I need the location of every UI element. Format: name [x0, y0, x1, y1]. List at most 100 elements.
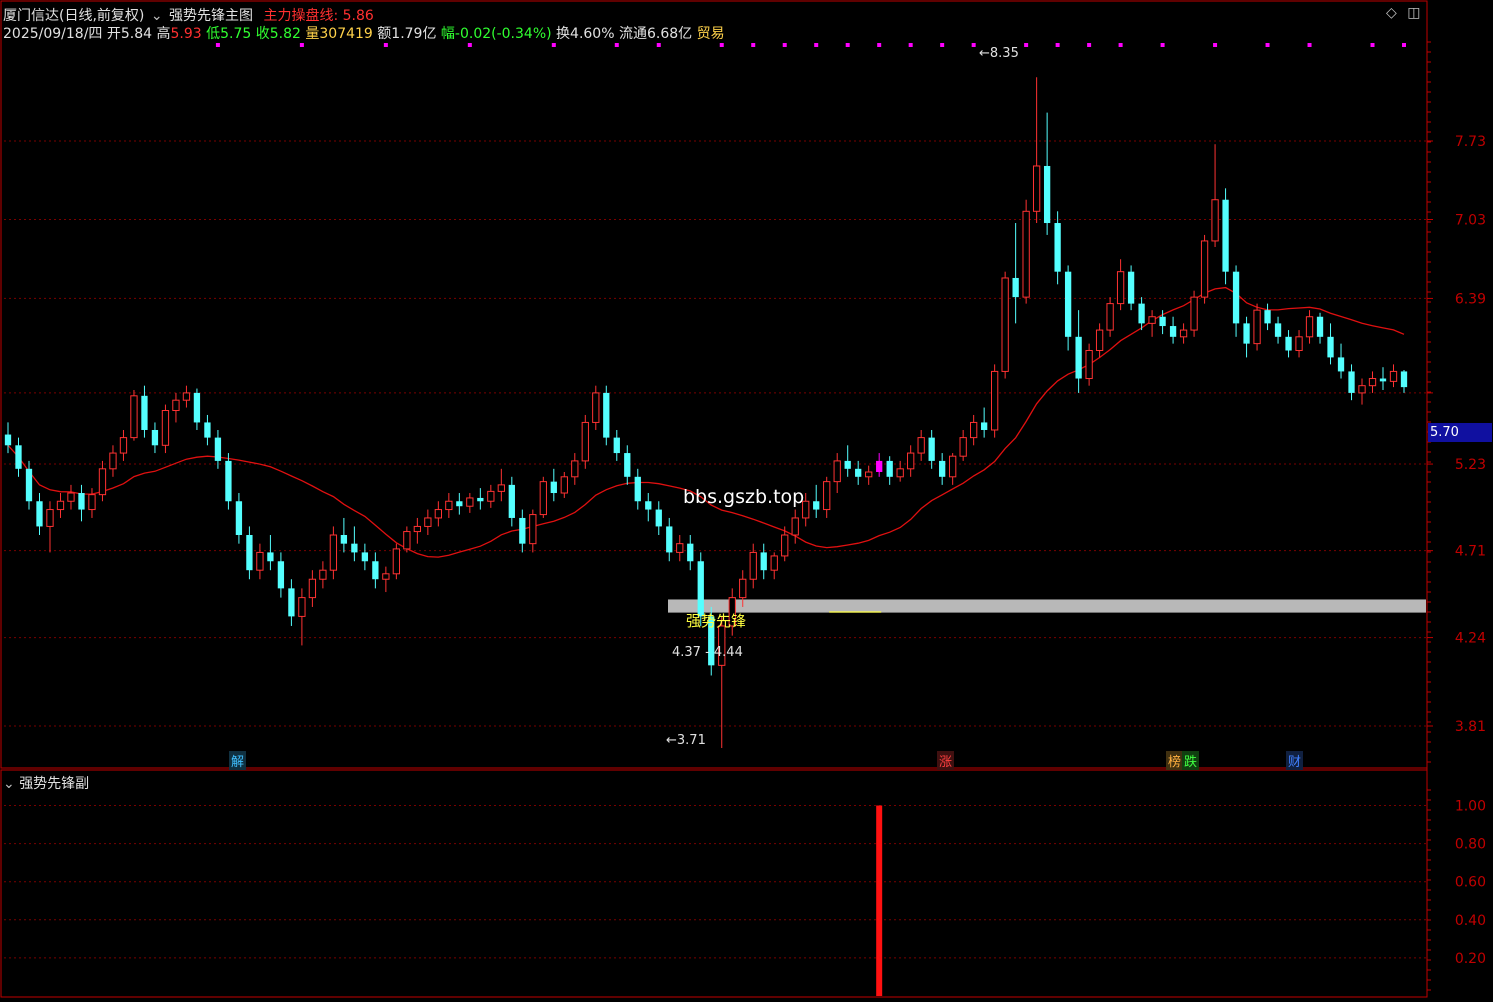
marker-dot [1024, 43, 1029, 47]
candle-body [581, 421, 589, 462]
candle-body [1253, 309, 1261, 345]
candle-body [939, 460, 946, 477]
candle-body [78, 493, 85, 510]
stock-name[interactable]: 厦门信达(日线,前复权) [3, 8, 144, 24]
candle-body [949, 455, 957, 478]
event-tag-bang[interactable]: 榜 [1166, 751, 1184, 770]
indicator-label: 主力操盘线: [263, 8, 339, 24]
candle-body [990, 370, 999, 431]
candle-body [235, 501, 243, 536]
candle-body [351, 543, 358, 553]
candle-body [1043, 165, 1051, 224]
low-label: 低 [206, 26, 221, 42]
signal-bar [876, 805, 883, 996]
sub-y-tick-label: 0.20 [1455, 951, 1486, 967]
high-price-value: 8.35 [989, 46, 1019, 61]
candle-body [445, 500, 453, 511]
candle-body [865, 471, 873, 478]
marker-dot [908, 43, 913, 47]
candle-body [624, 453, 631, 477]
marker-dot [1213, 43, 1218, 47]
candle-body [981, 422, 988, 430]
candle-body [277, 561, 285, 589]
marker-dot [1118, 43, 1123, 47]
candle-body [1190, 296, 1198, 331]
change-value: -0.02(-0.34%) [454, 26, 552, 42]
marker-dot [845, 43, 850, 47]
candle-body [182, 392, 191, 401]
event-tag-die[interactable]: 跌 [1182, 751, 1200, 770]
candle-body [88, 494, 96, 511]
open-value: 5.84 [120, 26, 153, 42]
float-label: 流通 [618, 26, 647, 42]
candle-body [172, 399, 180, 411]
sub-y-tick-label: 1.00 [1455, 799, 1486, 815]
formula-name[interactable]: 强势先锋主图 [169, 8, 253, 24]
candle-body [959, 437, 967, 457]
marker-dot [1307, 43, 1312, 47]
candle-body [1169, 326, 1177, 337]
candle-body [25, 468, 33, 502]
candle-body [550, 481, 557, 494]
high-price-label: ←8.35 [979, 46, 1019, 61]
close-label: 收 [255, 26, 270, 42]
candle-body [256, 551, 264, 571]
marker-dot [940, 43, 945, 47]
candle-body [98, 468, 107, 496]
candle-body [1085, 349, 1093, 380]
candle-body [477, 497, 484, 502]
y-tick-label: 4.24 [1455, 631, 1486, 647]
range-label: 4.37 - 4.44 [672, 645, 743, 660]
candle-body [592, 392, 600, 423]
candle-body [613, 437, 620, 454]
candle-body [361, 552, 369, 562]
candle-body [456, 501, 463, 507]
y-tick-label: 7.03 [1455, 212, 1486, 228]
candle-body [823, 481, 831, 511]
candle-body [1316, 316, 1324, 337]
event-tag-jie[interactable]: 解 [229, 751, 247, 770]
candle-body [1400, 371, 1408, 388]
candle-body [497, 484, 505, 492]
y-tick-label: 6.39 [1455, 291, 1486, 307]
candle-body [487, 490, 495, 502]
marker-dot [1265, 43, 1270, 47]
window-icon[interactable]: ◫ [1407, 5, 1420, 21]
candle-body [896, 468, 904, 478]
diamond-icon[interactable]: ◇ [1386, 5, 1397, 21]
y-tick-label: 4.71 [1455, 544, 1486, 560]
sub-panel-title[interactable]: 强势先锋副 [19, 776, 89, 792]
candle-body [749, 551, 757, 580]
candle-body [603, 392, 610, 438]
candle-body [1211, 199, 1219, 242]
change-label: 幅 [440, 26, 455, 42]
event-tag-zhang[interactable]: 涨 [937, 751, 955, 770]
candle-body [1075, 336, 1082, 379]
candle-body [1159, 316, 1166, 327]
sub-y-tick-label: 0.40 [1455, 913, 1486, 929]
candle-body [413, 525, 422, 533]
candle-body [424, 517, 432, 527]
candle-body [666, 526, 673, 553]
candle-body [1368, 378, 1377, 387]
event-tag-cai[interactable]: 财 [1286, 751, 1304, 770]
marker-dot [1402, 43, 1406, 47]
chart-stage: 3.81 4.24 4.71 5.23 6.39 7.03 7.73 0.20 0.40 0.60… [0, 0, 1493, 998]
chevron-down-icon[interactable]: ⌄ [151, 8, 163, 24]
industry[interactable]: 贸易 [697, 26, 725, 42]
candle-body [1095, 329, 1104, 351]
candle-body [697, 561, 704, 617]
chevron-down-icon[interactable]: ⌄ [3, 776, 15, 792]
candle-body [739, 578, 747, 599]
candle-body [1148, 316, 1156, 324]
candle-body [781, 534, 789, 557]
candle-body [508, 484, 515, 518]
open-label: 开 [106, 26, 121, 42]
candle-body [1200, 240, 1209, 298]
candle-body [1264, 310, 1271, 324]
candle-body [1222, 199, 1229, 272]
candle-body [876, 460, 883, 473]
marker-dot [614, 43, 619, 47]
candle-body [791, 517, 799, 536]
sub-y-tick-label: 0.80 [1455, 837, 1486, 853]
